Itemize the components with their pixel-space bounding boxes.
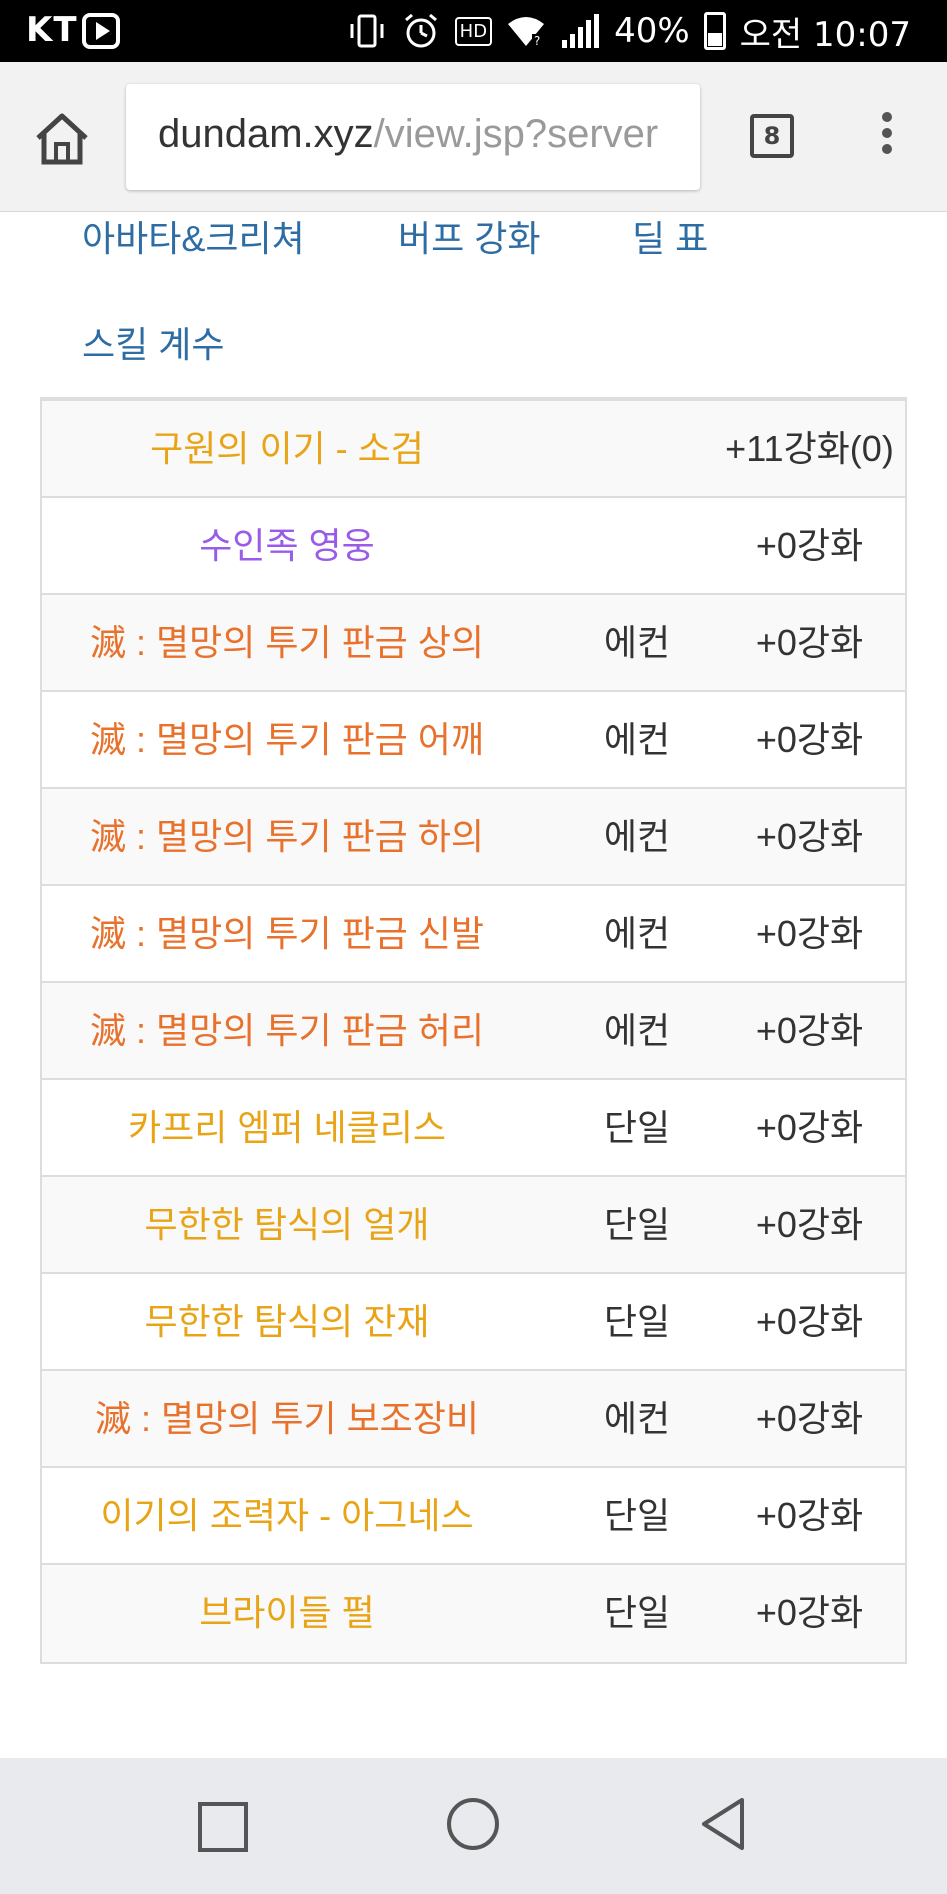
table-row: 滅 : 멸망의 투기 판금 어깨 에컨 +0강화 <box>42 692 905 789</box>
item-enhance: +0강화 <box>755 622 864 663</box>
table-row: 카프리 엠퍼 네클리스 단일 +0강화 <box>42 1080 905 1177</box>
wifi-icon: ? <box>508 17 545 48</box>
battery-percent: 40% <box>614 11 690 51</box>
alarm-icon <box>404 13 437 48</box>
item-enhance: +0강화 <box>755 1010 864 1051</box>
back-icon[interactable] <box>698 1796 748 1852</box>
item-name[interactable]: 滅 : 멸망의 투기 판금 하의 <box>42 789 532 884</box>
svg-text:?: ? <box>534 34 540 48</box>
address-bar[interactable]: dundam.xyz/view.jsp?server <box>126 84 700 190</box>
item-enhance: +0강화 <box>755 525 864 566</box>
item-name[interactable]: 滅 : 멸망의 투기 판금 허리 <box>42 983 532 1078</box>
item-enhance: +0강화 <box>755 1495 864 1536</box>
item-name[interactable]: 무한한 탐식의 잔재 <box>42 1274 532 1369</box>
status-bar: KT HD ? 40% 오전 10:07 <box>0 0 947 62</box>
item-name[interactable]: 이기의 조력자 - 아그네스 <box>42 1468 532 1563</box>
recent-apps-icon[interactable] <box>198 1802 248 1852</box>
item-name[interactable]: 수인족 영웅 <box>42 498 532 593</box>
nav-link-damage-table[interactable]: 딜 표 <box>632 210 708 262</box>
url-text: dundam.xyz/view.jsp?server <box>158 112 658 157</box>
table-row: 브라이들 펄 단일 +0강화 <box>42 1565 905 1662</box>
item-type: 에컨 <box>603 913 671 954</box>
item-type: 단일 <box>603 1107 671 1148</box>
item-type <box>547 401 727 496</box>
tabs-icon[interactable]: 8 <box>750 114 794 158</box>
item-enhance: +0강화 <box>755 1204 864 1245</box>
tab-count: 8 <box>763 122 781 150</box>
item-type: 에컨 <box>603 1398 671 1439</box>
item-type <box>547 498 727 593</box>
item-type: 단일 <box>603 1592 671 1633</box>
table-row: 무한한 탐식의 잔재 단일 +0강화 <box>42 1274 905 1371</box>
item-enhance: +0강화 <box>755 1301 864 1342</box>
home-circle-icon[interactable] <box>447 1798 499 1850</box>
item-name[interactable]: 브라이들 펄 <box>42 1565 532 1660</box>
nav-link-buff-enhance[interactable]: 버프 강화 <box>398 210 540 262</box>
equipment-table: 구원의 이기 - 소검 +11강화(0) 수인족 영웅 +0강화 滅 : 멸망의 투기 … <box>40 397 907 1664</box>
item-enhance: +0강화 <box>755 1592 864 1633</box>
table-row: 무한한 탐식의 얼개 단일 +0강화 <box>42 1177 905 1274</box>
url-host: dundam.xyz <box>158 112 374 156</box>
menu-icon[interactable] <box>872 108 902 164</box>
carrier-label: KT <box>26 10 78 50</box>
table-row: 滅 : 멸망의 투기 판금 하의 에컨 +0강화 <box>42 789 905 886</box>
item-name[interactable]: 滅 : 멸망의 투기 판금 상의 <box>42 595 532 690</box>
vibrate-icon <box>350 14 384 48</box>
table-row: 구원의 이기 - 소검 +11강화(0) <box>42 401 905 498</box>
clock: 오전 10:07 <box>739 14 911 55</box>
item-type: 단일 <box>603 1204 671 1245</box>
table-row: 滅 : 멸망의 투기 판금 상의 에컨 +0강화 <box>42 595 905 692</box>
table-row: 滅 : 멸망의 투기 판금 신발 에컨 +0강화 <box>42 886 905 983</box>
table-row: 이기의 조력자 - 아그네스 단일 +0강화 <box>42 1468 905 1565</box>
browser-toolbar: dundam.xyz/view.jsp?server 8 <box>0 62 947 212</box>
item-name[interactable]: 구원의 이기 - 소검 <box>42 401 532 496</box>
item-enhance: +0강화 <box>755 1398 864 1439</box>
item-name[interactable]: 무한한 탐식의 얼개 <box>42 1177 532 1272</box>
item-type: 단일 <box>603 1301 671 1342</box>
play-icon <box>82 13 120 49</box>
item-enhance: +0강화 <box>755 719 864 760</box>
item-name[interactable]: 滅 : 멸망의 투기 판금 어깨 <box>42 692 532 787</box>
item-enhance: +11강화(0) <box>725 428 894 469</box>
item-type: 에컨 <box>603 719 671 760</box>
item-type: 에컨 <box>603 622 671 663</box>
item-enhance: +0강화 <box>755 1107 864 1148</box>
nav-link-avatar-creature[interactable]: 아바타&크리쳐 <box>82 210 305 262</box>
item-name[interactable]: 滅 : 멸망의 투기 보조장비 <box>42 1371 532 1466</box>
item-enhance: +0강화 <box>755 913 864 954</box>
status-icons: HD ? 40% 오전 10:07 <box>347 8 911 55</box>
signal-icon <box>562 14 600 48</box>
item-type: 단일 <box>603 1495 671 1536</box>
item-type: 에컨 <box>603 1010 671 1051</box>
item-name[interactable]: 카프리 엠퍼 네클리스 <box>42 1080 532 1175</box>
home-icon[interactable] <box>32 110 92 166</box>
hd-icon: HD <box>454 16 493 46</box>
item-enhance: +0강화 <box>755 816 864 857</box>
system-nav-bar <box>0 1758 947 1894</box>
url-path: /view.jsp?server <box>373 112 659 156</box>
item-type: 에컨 <box>603 816 671 857</box>
battery-icon <box>703 12 726 50</box>
table-row: 滅 : 멸망의 투기 판금 허리 에컨 +0강화 <box>42 983 905 1080</box>
table-row: 수인족 영웅 +0강화 <box>42 498 905 595</box>
table-row: 滅 : 멸망의 투기 보조장비 에컨 +0강화 <box>42 1371 905 1468</box>
item-name[interactable]: 滅 : 멸망의 투기 판금 신발 <box>42 886 532 981</box>
nav-link-skill-coefficient[interactable]: 스킬 계수 <box>82 316 224 368</box>
